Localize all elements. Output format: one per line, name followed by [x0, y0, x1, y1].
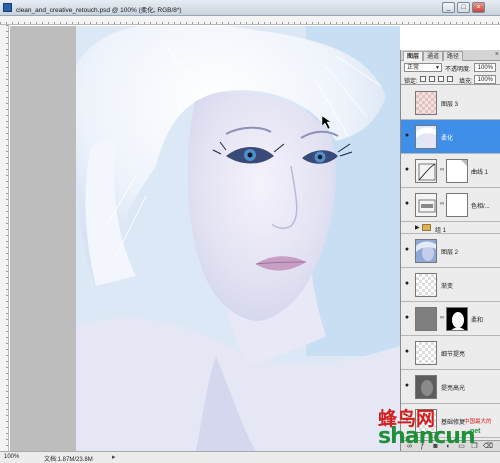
- pasteboard: [10, 26, 76, 451]
- layer-thumbnail: [415, 91, 437, 115]
- layer-thumbnail: [415, 273, 437, 297]
- layer-row[interactable]: ● 提亮高光: [401, 370, 500, 404]
- window-title: clean_and_creative_retouch.psd @ 100% (柔…: [16, 7, 182, 14]
- horizontal-ruler[interactable]: [0, 16, 500, 25]
- minimize-button[interactable]: _: [442, 2, 455, 13]
- lock-row: 锁定: 填充: 100%: [401, 74, 500, 85]
- layer-row[interactable]: ● ∞ 色相/...: [401, 188, 500, 222]
- title-bar: clean_and_creative_retouch.psd @ 100% (柔…: [0, 0, 500, 16]
- eye-icon[interactable]: ●: [403, 280, 411, 288]
- watermark-domain: .net: [468, 428, 481, 435]
- portrait-image: [76, 26, 400, 451]
- layer-group-row[interactable]: ● ▶ 组 1: [401, 222, 500, 234]
- layer-row[interactable]: ● ∞ 曲线 1: [401, 154, 500, 188]
- document-info: 文档:1.87M/23.8M: [44, 457, 93, 463]
- fill-field[interactable]: 100%: [474, 75, 496, 84]
- maximize-button[interactable]: □: [457, 2, 470, 13]
- opacity-field[interactable]: 100%: [474, 63, 496, 72]
- link-icon[interactable]: ∞: [440, 315, 444, 321]
- close-button[interactable]: ×: [472, 2, 485, 13]
- layer-mask-thumbnail: [446, 307, 468, 331]
- layer-row[interactable]: ● 图层 3: [401, 86, 500, 120]
- layer-thumbnail: [415, 125, 437, 149]
- site-watermark: 蜂鸟网 中国最大的 shancun .net: [372, 404, 496, 450]
- expand-triangle-icon[interactable]: ▶: [415, 224, 420, 231]
- layer-name: 组 1: [435, 228, 447, 234]
- panel-close-icon[interactable]: ×: [495, 51, 499, 58]
- eye-icon[interactable]: ●: [403, 166, 411, 174]
- layer-name: 图层 2: [441, 250, 459, 256]
- status-bar: 100% 文档:1.87M/23.8M ▸: [0, 451, 500, 463]
- blend-row: 正常 ▼ 不透明度: 100%: [401, 62, 500, 73]
- visibility-toggle[interactable]: ●: [403, 98, 411, 106]
- lock-label: 锁定:: [404, 79, 418, 85]
- document-canvas[interactable]: [76, 26, 400, 451]
- tab-paths[interactable]: 路径: [443, 51, 464, 61]
- opacity-label: 不透明度:: [445, 67, 471, 73]
- visibility-toggle[interactable]: ●: [403, 224, 411, 232]
- layer-thumbnail: [415, 239, 437, 263]
- panel-tabs: 图层 通道 路径 ×: [401, 50, 500, 61]
- layer-name: 曲线 1: [471, 170, 489, 176]
- layer-mask-thumbnail: [446, 159, 468, 183]
- layer-name: 渐变: [441, 284, 454, 290]
- layer-row[interactable]: ● 图层 2: [401, 234, 500, 268]
- zoom-level[interactable]: 100%: [4, 454, 19, 460]
- layer-thumbnail: [415, 341, 437, 365]
- eye-icon[interactable]: ●: [403, 132, 411, 140]
- layer-name: 提亮高光: [441, 386, 466, 392]
- layer-thumbnail: [415, 307, 437, 331]
- layer-mask-thumbnail: [446, 193, 468, 217]
- curves-adjustment-icon: [415, 159, 437, 183]
- lock-all-icon[interactable]: [447, 76, 453, 82]
- link-icon[interactable]: ∞: [440, 201, 444, 207]
- layer-name: 图层 3: [441, 102, 459, 108]
- vertical-ruler[interactable]: [0, 25, 9, 451]
- link-icon[interactable]: ∞: [440, 167, 444, 173]
- layer-row[interactable]: ● ∞ 柔和: [401, 302, 500, 336]
- layer-row[interactable]: ● 渐变: [401, 268, 500, 302]
- photoshop-doc-icon: [3, 3, 12, 12]
- eye-icon[interactable]: ●: [403, 348, 411, 356]
- layer-name: 柔化: [441, 136, 454, 142]
- layer-name: 柔和: [471, 318, 484, 324]
- eye-icon[interactable]: ●: [403, 246, 411, 254]
- folder-icon: [422, 224, 431, 231]
- layer-row[interactable]: ● 柔化: [401, 120, 500, 154]
- eye-icon[interactable]: ●: [403, 200, 411, 208]
- chevron-down-icon: ▼: [435, 65, 440, 71]
- lock-pixels-icon[interactable]: [429, 76, 435, 82]
- tab-channels[interactable]: 通道: [423, 51, 444, 61]
- layers-list: ● 图层 3 ● 柔化 ● ∞ 曲线 1: [401, 86, 500, 442]
- layer-thumbnail: [415, 375, 437, 399]
- layer-row[interactable]: ● 细节提亮: [401, 336, 500, 370]
- eye-icon[interactable]: ●: [403, 314, 411, 322]
- tab-layers[interactable]: 图层: [403, 51, 424, 61]
- lock-transparency-icon[interactable]: [420, 76, 426, 82]
- layer-name: 细节提亮: [441, 352, 466, 358]
- hue-saturation-adjustment-icon: [415, 193, 437, 217]
- blend-mode-select[interactable]: 正常 ▼: [404, 63, 442, 72]
- layers-panel: 图层 通道 路径 × 正常 ▼ 不透明度: 100% 锁定: 填充: 100% …: [400, 50, 500, 451]
- blend-mode-value: 正常: [407, 65, 420, 71]
- layer-name: 色相/...: [471, 204, 490, 210]
- fill-label: 填充:: [459, 79, 473, 85]
- lock-position-icon[interactable]: [438, 76, 444, 82]
- status-menu-arrow-icon[interactable]: ▸: [112, 453, 116, 461]
- watermark-latin: shancun: [378, 424, 476, 449]
- eye-icon[interactable]: ●: [403, 382, 411, 390]
